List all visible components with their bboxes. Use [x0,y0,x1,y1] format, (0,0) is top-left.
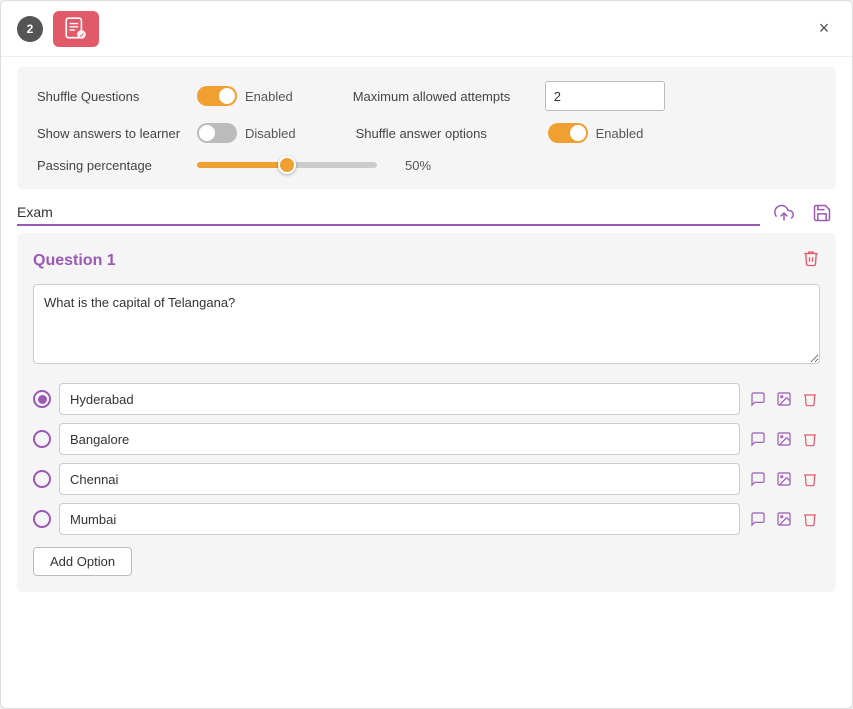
option-actions-2 [748,429,820,449]
option-input-1[interactable] [59,383,740,415]
settings-row-1: Shuffle Questions Enabled Maximum allowe… [37,81,816,111]
option-actions-3 [748,469,820,489]
slider-track-fill [197,162,287,168]
shuffle-answers-toggle-container: Enabled [548,123,644,143]
main-window: 2 ✓ × Shuffle Questions Enabled [0,0,853,709]
answer-option-1 [33,383,820,415]
slider-thumb[interactable] [278,156,296,174]
option-input-3[interactable] [59,463,740,495]
svg-text:✓: ✓ [79,32,84,39]
answer-option-4 [33,503,820,535]
passing-slider-wrapper [197,155,377,175]
show-answers-toggle-container: Disabled [197,123,296,143]
close-button[interactable]: × [812,17,836,41]
shuffle-answers-label: Shuffle answer options [356,126,536,141]
question-delete-button[interactable] [802,249,820,272]
passing-label: Passing percentage [37,158,197,173]
app-icon: ✓ [53,11,99,47]
radio-btn-4[interactable] [33,510,51,528]
answer-option-2 [33,423,820,455]
option-image-btn-2[interactable] [774,429,794,449]
shuffle-questions-toggle[interactable] [197,86,237,106]
option-delete-btn-3[interactable] [800,469,820,489]
save-icon-btn[interactable] [808,199,836,227]
shuffle-questions-status: Enabled [245,89,293,104]
option-delete-btn-4[interactable] [800,509,820,529]
option-comment-btn-4[interactable] [748,509,768,529]
max-attempts-container: Maximum allowed attempts [353,81,665,111]
question-title: Question 1 [33,252,116,270]
settings-row-2: Show answers to learner Disabled Shuffle… [37,123,816,143]
option-input-4[interactable] [59,503,740,535]
main-content: Question 1 What is the capital of Telang… [17,233,836,708]
shuffle-questions-label: Shuffle Questions [37,89,197,104]
option-image-btn-1[interactable] [774,389,794,409]
shuffle-answers-status: Enabled [596,126,644,141]
option-input-2[interactable] [59,423,740,455]
option-comment-btn-1[interactable] [748,389,768,409]
question-header: Question 1 [33,249,820,272]
question-card-1: Question 1 What is the capital of Telang… [17,233,836,592]
upload-icon-btn[interactable] [770,199,798,227]
settings-row-3: Passing percentage 50% [37,155,816,175]
option-comment-btn-2[interactable] [748,429,768,449]
max-attempts-label: Maximum allowed attempts [353,89,533,104]
exam-title-input[interactable] [17,200,760,226]
shuffle-answers-container: Shuffle answer options Enabled [356,123,644,143]
slider-row: 50% [197,155,431,175]
settings-panel: Shuffle Questions Enabled Maximum allowe… [17,67,836,189]
option-actions-4 [748,509,820,529]
top-bar-left: 2 ✓ [17,11,99,47]
option-actions-1 [748,389,820,409]
answer-options-list [33,383,820,535]
badge: 2 [17,16,43,42]
question-textarea[interactable]: What is the capital of Telangana? [33,284,820,364]
option-comment-btn-3[interactable] [748,469,768,489]
option-delete-btn-1[interactable] [800,389,820,409]
max-attempts-input[interactable] [545,81,665,111]
option-image-btn-4[interactable] [774,509,794,529]
passing-percent-value: 50% [405,158,431,173]
exam-title-row [17,199,836,227]
add-option-button[interactable]: Add Option [33,547,132,576]
radio-btn-3[interactable] [33,470,51,488]
shuffle-questions-toggle-container: Enabled [197,86,293,106]
option-delete-btn-2[interactable] [800,429,820,449]
radio-btn-1[interactable] [33,390,51,408]
show-answers-toggle[interactable] [197,123,237,143]
show-answers-status: Disabled [245,126,296,141]
answer-option-3 [33,463,820,495]
option-image-btn-3[interactable] [774,469,794,489]
radio-btn-2[interactable] [33,430,51,448]
top-bar: 2 ✓ × [1,1,852,57]
shuffle-answers-toggle[interactable] [548,123,588,143]
show-answers-label: Show answers to learner [37,126,197,141]
